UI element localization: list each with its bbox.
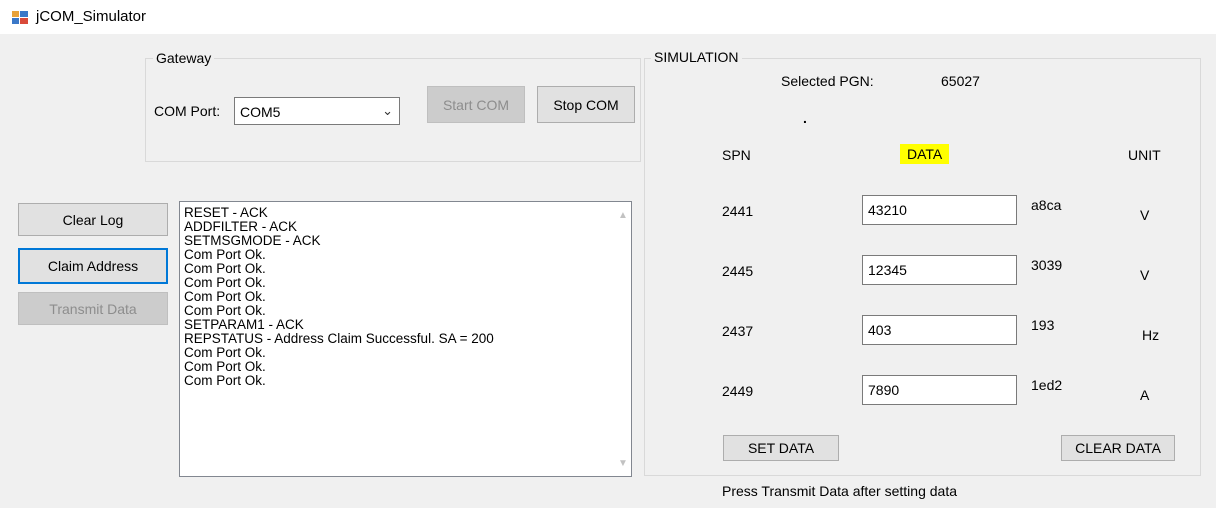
gateway-legend: Gateway	[153, 50, 215, 66]
app-icon	[12, 11, 28, 24]
claim-address-button[interactable]: Claim Address	[18, 248, 168, 284]
log-lines: RESET - ACK ADDFILTER - ACK SETMSGMODE - A…	[184, 206, 494, 388]
hex-value: 1ed2	[1031, 377, 1063, 393]
spn-value: 2445	[722, 263, 754, 279]
hex-value: a8ca	[1031, 197, 1062, 213]
start-com-button[interactable]: Start COM	[427, 86, 525, 123]
spn-value: 2437	[722, 323, 754, 339]
log-list[interactable]: RESET - ACK ADDFILTER - ACK SETMSGMODE - A…	[179, 201, 632, 477]
spn-value: 2441	[722, 203, 754, 219]
data-input[interactable]: 43210	[862, 195, 1017, 225]
com-port-select[interactable]: COM5 ⌄	[234, 97, 400, 125]
log-line: REPSTATUS - Address Claim Successful. SA…	[184, 331, 494, 346]
data-input[interactable]: 7890	[862, 375, 1017, 405]
stop-com-button[interactable]: Stop COM	[537, 86, 635, 123]
unit-value: V	[1140, 267, 1150, 283]
log-line: Com Port Ok.	[184, 303, 266, 318]
window-title: jCOM_Simulator	[36, 8, 147, 25]
clear-log-button[interactable]: Clear Log	[18, 203, 168, 236]
set-data-button[interactable]: SET DATA	[723, 435, 839, 461]
title-bar: jCOM_Simulator	[0, 0, 1216, 34]
log-line: Com Port Ok.	[184, 359, 266, 374]
data-input[interactable]: 403	[862, 315, 1017, 345]
spn-header: SPN	[722, 147, 751, 163]
unit-value: Hz	[1142, 327, 1160, 343]
log-line: Com Port Ok.	[184, 345, 266, 360]
log-line: Com Port Ok.	[184, 261, 266, 276]
com-port-value: COM5	[240, 104, 281, 120]
com-port-label: COM Port:	[154, 103, 221, 119]
scroll-down-icon[interactable]: ▼	[618, 458, 628, 469]
unit-value: V	[1140, 207, 1150, 223]
chevron-down-icon[interactable]: ⌄	[382, 103, 393, 119]
hex-value: 3039	[1031, 257, 1063, 273]
status-dot: .	[803, 110, 807, 126]
hint-text: Press Transmit Data after setting data	[722, 483, 957, 499]
hex-value: 193	[1031, 317, 1055, 333]
clear-data-button[interactable]: CLEAR DATA	[1061, 435, 1175, 461]
transmit-data-button[interactable]: Transmit Data	[18, 292, 168, 325]
scroll-up-icon[interactable]: ▲	[618, 210, 628, 221]
data-header: DATA	[900, 144, 950, 164]
simulation-legend: SIMULATION	[651, 49, 742, 65]
log-line: Com Port Ok.	[184, 373, 266, 388]
log-line: Com Port Ok.	[184, 247, 266, 262]
log-line: SETPARAM1 - ACK	[184, 317, 304, 332]
unit-header: UNIT	[1128, 147, 1161, 163]
selected-pgn-value: 65027	[941, 73, 980, 89]
log-line: RESET - ACK	[184, 205, 268, 220]
log-line: SETMSGMODE - ACK	[184, 233, 321, 248]
log-line: Com Port Ok.	[184, 289, 266, 304]
unit-value: A	[1140, 387, 1150, 403]
data-input[interactable]: 12345	[862, 255, 1017, 285]
log-line: ADDFILTER - ACK	[184, 219, 298, 234]
log-line: Com Port Ok.	[184, 275, 266, 290]
spn-value: 2449	[722, 383, 754, 399]
selected-pgn-label: Selected PGN:	[781, 73, 874, 89]
